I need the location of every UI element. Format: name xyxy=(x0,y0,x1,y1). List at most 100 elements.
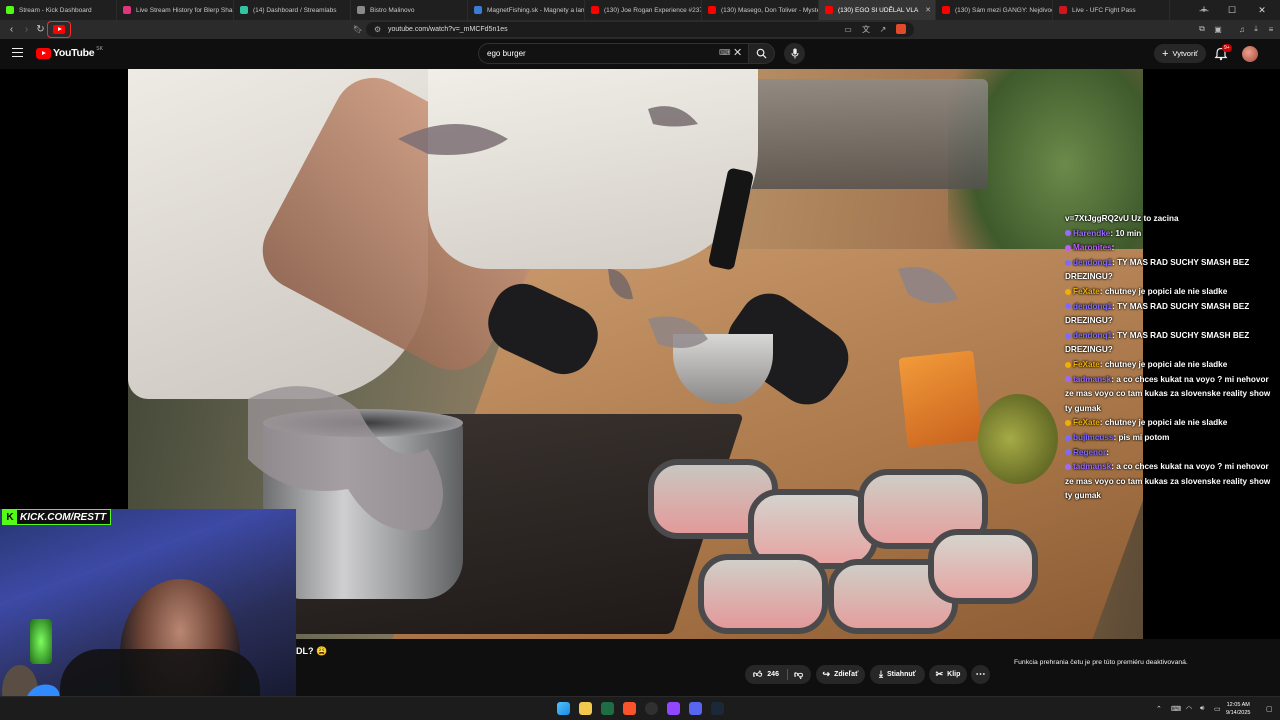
browser-menu-icon[interactable]: ≡ xyxy=(1265,23,1277,35)
minimize-button[interactable]: — xyxy=(1190,0,1218,20)
excel-icon[interactable] xyxy=(601,702,614,715)
dislike-button[interactable]: 👎︎ xyxy=(788,669,803,680)
chat-badge-icon xyxy=(1065,245,1071,252)
search-value: ego burger xyxy=(487,49,526,58)
site-info-icon[interactable]: ⚙︎ xyxy=(374,25,381,34)
chat-text: : xyxy=(1111,243,1115,253)
back-icon[interactable]: ‹ xyxy=(5,23,18,36)
tab-label: (14) Dashboard / Streamlabs xyxy=(253,6,337,14)
chat-username: Regenor xyxy=(1073,447,1107,457)
sidebar-icon[interactable]: ▣ xyxy=(1212,23,1224,35)
share-button[interactable]: ↪ Zdieľať xyxy=(816,665,865,684)
microphone-icon xyxy=(791,48,798,59)
like-button[interactable]: 👍︎ 246 xyxy=(753,669,788,680)
chat-badge-icon xyxy=(1065,449,1071,456)
browser-tab-strip: Stream - Kick Dashboard Live Stream Histo… xyxy=(0,0,1280,20)
tab-label: Stream - Kick Dashboard xyxy=(19,6,92,14)
url-text: youtube.com/watch?v=_mMCFd5n1es xyxy=(388,26,508,33)
notification-center-icon[interactable]: ▢ xyxy=(1266,705,1273,713)
chat-message: Harendke: 10 min xyxy=(1065,227,1277,242)
search-input[interactable]: ego burger ⌨ ✕ xyxy=(478,43,749,64)
forward-icon[interactable]: › xyxy=(20,23,33,36)
chat-badge-icon xyxy=(1065,463,1071,470)
browser-tab[interactable]: (130) Masego, Don Toliver - Myste xyxy=(702,0,819,20)
browser-tab[interactable]: Live Stream History for Blerp Share xyxy=(117,0,234,20)
twitch-icon[interactable] xyxy=(667,702,680,715)
account-avatar[interactable] xyxy=(1242,46,1258,62)
browser-tab[interactable]: MagnetFishing.sk - Magnety a lan xyxy=(468,0,585,20)
translate-icon[interactable]: 文 xyxy=(860,23,872,35)
extensions-icon[interactable]: ⧉ xyxy=(1196,23,1208,35)
chat-badge-icon xyxy=(1065,434,1071,441)
obs-icon[interactable] xyxy=(645,702,658,715)
chat-message: FeXate: chutney je popici ale nie sladke xyxy=(1065,358,1277,373)
reload-icon[interactable]: ↻ xyxy=(34,23,47,36)
youtube-logo-text: YouTube xyxy=(53,47,95,59)
clip-button[interactable]: ✂ Klip xyxy=(929,665,967,684)
chat-badge-icon xyxy=(1065,230,1071,237)
file-explorer-icon[interactable] xyxy=(579,702,592,715)
more-actions-button[interactable]: ⋯ xyxy=(971,665,990,684)
wifi-icon[interactable]: ◠ xyxy=(1186,705,1192,713)
brave-browser-icon[interactable] xyxy=(623,702,636,715)
search-icon xyxy=(756,48,767,59)
chat-badge-icon xyxy=(1065,303,1071,310)
taskbar-clock[interactable]: 12:05 AM 9/14/2025 xyxy=(1226,701,1250,717)
search-button[interactable] xyxy=(748,43,775,64)
steam-icon[interactable] xyxy=(711,702,724,715)
chat-message: tadmansk: a co chces kukat na voyo ? mi … xyxy=(1065,373,1277,417)
clear-search-icon[interactable]: ✕ xyxy=(733,46,742,59)
download-label: Stiahnuť xyxy=(886,671,916,678)
chat-badge-icon xyxy=(1065,420,1071,427)
close-tab-icon[interactable]: ✕ xyxy=(925,6,931,14)
tray-overflow-icon[interactable]: ⌃ xyxy=(1156,705,1162,713)
browser-tab[interactable]: (14) Dashboard / Streamlabs xyxy=(234,0,351,20)
youtube-logo[interactable]: YouTube SK xyxy=(36,46,103,59)
cast-icon[interactable]: ▭ xyxy=(842,23,854,35)
download-icon[interactable]: ⤓ xyxy=(1250,23,1262,35)
stream-chat-overlay: v=7XtJggRQ2vU Uz to zacina Harendke: 10 m… xyxy=(1065,212,1277,504)
maximize-button[interactable]: ☐ xyxy=(1218,0,1246,20)
chat-message: Maronites: xyxy=(1065,241,1277,256)
close-window-button[interactable]: ✕ xyxy=(1248,0,1276,20)
media-icon[interactable]: ♫ xyxy=(1236,23,1248,35)
browser-tab[interactable]: (130) Sám mezi GANGY: Nejdivočé xyxy=(936,0,1053,20)
tab-label: Live Stream History for Blerp Share xyxy=(136,6,234,14)
chat-text: : chutney je popici ale nie sladke xyxy=(1099,286,1228,296)
discord-icon[interactable] xyxy=(689,702,702,715)
share-page-icon[interactable]: ↗ xyxy=(877,23,889,35)
start-menu-icon[interactable] xyxy=(557,702,570,715)
volume-icon[interactable]: 🔊︎ xyxy=(1200,705,1204,713)
like-count: 246 xyxy=(767,671,779,678)
share-label: Zdieľať xyxy=(834,671,859,678)
create-button[interactable]: + Vytvoriť xyxy=(1154,44,1206,63)
country-code: SK xyxy=(96,46,103,52)
chat-badge-icon xyxy=(1065,259,1071,266)
chat-username: Harendke xyxy=(1073,228,1111,238)
scissors-icon: ✂ xyxy=(935,669,944,679)
chat-badge-icon xyxy=(1065,288,1071,295)
voice-search-button[interactable] xyxy=(784,43,805,64)
chat-username: dendonq1 xyxy=(1073,330,1113,340)
tab-label: (130) Masego, Don Toliver - Myste xyxy=(721,6,819,14)
browser-tab[interactable]: Live - UFC Fight Pass xyxy=(1053,0,1170,20)
youtube-extension-icon[interactable] xyxy=(47,21,71,38)
browser-tab[interactable]: (130) EGO SI UDĚLAL VLA ✕ xyxy=(819,0,936,20)
browser-tab[interactable]: (130) Joe Rogan Experience #237 xyxy=(585,0,702,20)
thumbs-up-icon: 👍︎ xyxy=(752,669,763,679)
brave-shield-icon[interactable] xyxy=(896,24,906,34)
download-button[interactable]: ⤓ Stiahnuť xyxy=(870,665,925,684)
browser-tab[interactable]: Stream - Kick Dashboard xyxy=(0,0,117,20)
chat-message: Regenor: xyxy=(1065,446,1277,461)
url-field[interactable]: ⚙︎ youtube.com/watch?v=_mMCFd5n1es xyxy=(366,22,914,37)
battery-icon[interactable]: ▭ xyxy=(1214,705,1221,713)
tab-label: Bistro Malinovo xyxy=(370,6,415,14)
bookmark-icon[interactable]: 🔖︎ xyxy=(352,23,364,35)
browser-tab[interactable]: Bistro Malinovo xyxy=(351,0,468,20)
language-icon[interactable]: ⌨ xyxy=(1171,705,1181,713)
tab-favicon-icon xyxy=(6,6,14,14)
keyboard-icon[interactable]: ⌨ xyxy=(719,48,731,57)
tab-label: (130) EGO SI UDĚLAL VLA xyxy=(838,6,919,14)
hamburger-menu-icon[interactable] xyxy=(12,48,23,57)
tab-favicon-icon xyxy=(942,6,950,14)
